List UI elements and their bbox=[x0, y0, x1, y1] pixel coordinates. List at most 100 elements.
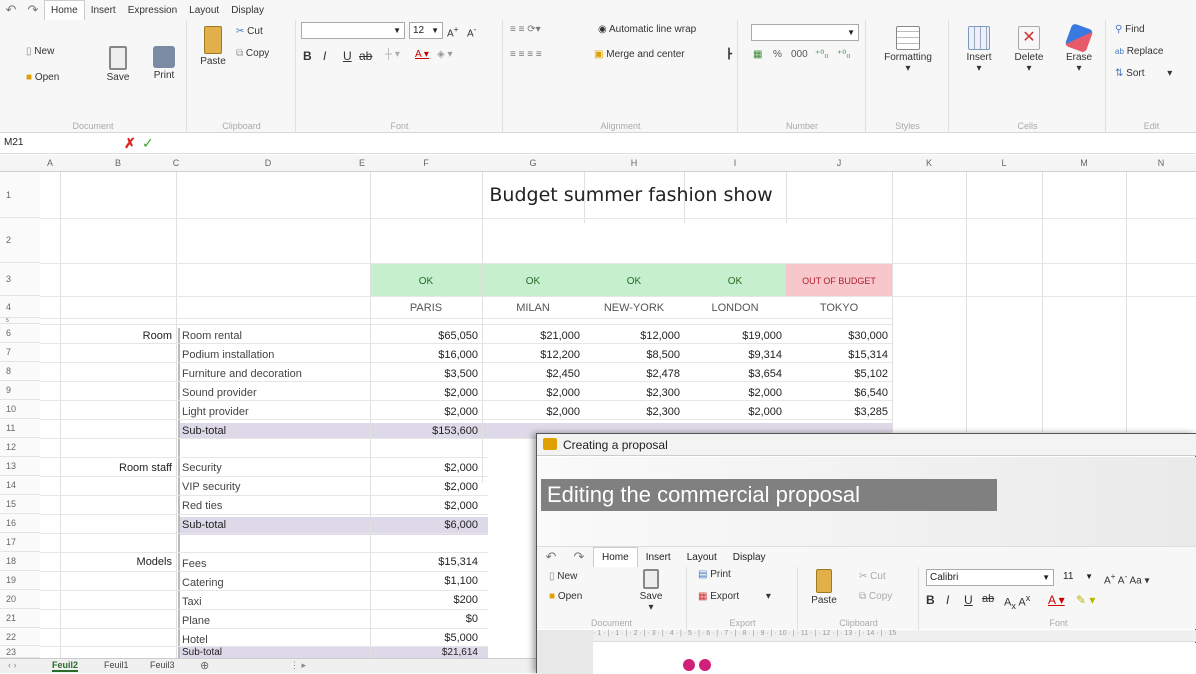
grow-font-button[interactable]: A+ bbox=[447, 24, 459, 39]
percent-icon[interactable]: % bbox=[773, 49, 782, 60]
expense-value[interactable]: $30,000 bbox=[786, 330, 888, 342]
city-newyork[interactable]: NEW-YORK bbox=[584, 302, 684, 314]
col-header-i[interactable]: I bbox=[684, 155, 786, 172]
expense-name[interactable]: Room rental bbox=[182, 330, 242, 342]
expense-value[interactable]: $65,050 bbox=[370, 330, 478, 342]
model-expense-name[interactable]: Catering bbox=[182, 577, 224, 589]
wrap-button[interactable]: ◉ Automatic line wrap bbox=[598, 24, 696, 35]
status-milan[interactable]: OK bbox=[482, 276, 584, 287]
dialog-tab-display[interactable]: Display bbox=[725, 552, 774, 563]
expense-value[interactable]: $2,450 bbox=[482, 368, 580, 380]
vertical-align-icon[interactable]: ≡ ≡ ⟳▾ bbox=[510, 24, 541, 35]
staff-value[interactable]: $2,000 bbox=[370, 481, 478, 493]
expense-value[interactable]: $19,000 bbox=[684, 330, 782, 342]
expense-value[interactable]: $2,300 bbox=[584, 387, 680, 399]
font-color-icon[interactable]: A ▾ bbox=[415, 49, 429, 60]
formatting-button[interactable]: Formatting ▾ bbox=[883, 26, 933, 74]
expense-value[interactable]: $2,000 bbox=[684, 406, 782, 418]
bold-button[interactable]: B bbox=[303, 49, 312, 63]
expense-name[interactable]: Light provider bbox=[182, 406, 249, 418]
dialog-copy-button[interactable]: ⧉ Copy bbox=[859, 591, 892, 602]
expense-name[interactable]: Sound provider bbox=[182, 387, 257, 399]
expense-value[interactable]: $2,000 bbox=[370, 406, 478, 418]
insert-cells-button[interactable]: Insert ▾ bbox=[964, 26, 994, 74]
expense-value[interactable]: $16,000 bbox=[370, 349, 478, 361]
dialog-paste-button[interactable]: Paste bbox=[809, 569, 839, 606]
shrink-font-button[interactable]: A- bbox=[467, 24, 476, 39]
sheet-tab[interactable]: Feuil1 bbox=[104, 660, 129, 670]
row-header[interactable]: 16 bbox=[0, 514, 40, 533]
save-button[interactable]: Save bbox=[104, 46, 132, 83]
row-header[interactable]: 22 bbox=[0, 628, 40, 646]
dialog-highlight-icon[interactable]: ✎ ▾ bbox=[1076, 593, 1095, 607]
dialog-sub-sup-icon[interactable]: Ax Ax bbox=[1004, 593, 1030, 611]
sheet-tab[interactable]: Feuil3 bbox=[150, 660, 175, 670]
confirm-icon[interactable]: ✓ bbox=[142, 135, 154, 152]
models-subtotal-label[interactable]: Sub-total bbox=[182, 647, 222, 658]
replace-button[interactable]: ab Replace bbox=[1115, 46, 1163, 57]
expense-name[interactable]: Podium installation bbox=[182, 349, 274, 361]
fill-color-icon[interactable]: ◈ ▾ bbox=[437, 49, 453, 60]
borders-icon[interactable]: ┼ ▾ bbox=[385, 49, 400, 60]
col-header-k[interactable]: K bbox=[892, 155, 966, 172]
expense-value[interactable]: $2,000 bbox=[482, 387, 580, 399]
expense-value[interactable]: $21,000 bbox=[482, 330, 580, 342]
dialog-save-button[interactable]: Save ▾ bbox=[631, 569, 671, 613]
row-header[interactable]: 13 bbox=[0, 457, 40, 476]
font-family-select[interactable]: ▼ bbox=[301, 22, 405, 39]
print-button[interactable]: Print bbox=[150, 46, 178, 81]
expense-value[interactable]: $12,000 bbox=[584, 330, 680, 342]
category-models[interactable]: Models bbox=[60, 556, 172, 568]
dialog-underline-button[interactable]: U bbox=[964, 593, 973, 607]
formula-input[interactable] bbox=[165, 136, 1195, 152]
thousands-button[interactable]: 000 bbox=[791, 49, 808, 60]
row-header[interactable]: 6 bbox=[0, 324, 40, 343]
cut-button[interactable]: ✂ Cut bbox=[236, 26, 263, 37]
expense-name[interactable]: Furniture and decoration bbox=[182, 368, 302, 380]
row-header[interactable]: 14 bbox=[0, 476, 40, 495]
sheet-tab-active[interactable]: Feuil2 bbox=[52, 660, 79, 672]
row-header[interactable]: 12 bbox=[0, 438, 40, 457]
col-header-n[interactable]: N bbox=[1126, 155, 1196, 172]
status-newyork[interactable]: OK bbox=[584, 276, 684, 287]
status-london[interactable]: OK bbox=[684, 276, 786, 287]
status-paris[interactable]: OK bbox=[370, 276, 482, 287]
sheet-title[interactable]: Budget summer fashion show bbox=[370, 184, 892, 206]
tab-scroll-icon[interactable]: ‹ › bbox=[8, 660, 17, 670]
row-header[interactable]: 7 bbox=[0, 343, 40, 362]
row-header[interactable]: 20 bbox=[0, 590, 40, 609]
dialog-size-select[interactable]: 11 ▼ bbox=[1060, 569, 1096, 586]
city-milan[interactable]: MILAN bbox=[482, 302, 584, 314]
copy-button[interactable]: ⧉ Copy bbox=[236, 48, 269, 59]
dialog-new-button[interactable]: ▯ New bbox=[549, 571, 577, 582]
tab-expression[interactable]: Expression bbox=[122, 5, 183, 16]
row-header[interactable]: 9 bbox=[0, 381, 40, 400]
horizontal-align-icon[interactable]: ≡ ≡ ≡ ≡ bbox=[510, 49, 542, 60]
row-header[interactable]: 18 bbox=[0, 552, 40, 571]
category-room[interactable]: Room bbox=[60, 330, 172, 342]
expense-value[interactable]: $9,314 bbox=[684, 349, 782, 361]
sort-button[interactable]: ⇅ Sort ▾ bbox=[1115, 68, 1172, 79]
dialog-strike-button[interactable]: ab bbox=[982, 593, 994, 605]
expense-value[interactable]: $15,314 bbox=[786, 349, 888, 361]
italic-button[interactable]: I bbox=[323, 49, 326, 63]
currency-icon[interactable]: ▦ bbox=[753, 49, 762, 60]
cancel-icon[interactable]: ✗ bbox=[124, 135, 136, 152]
expense-value[interactable]: $3,285 bbox=[786, 406, 888, 418]
expense-value[interactable]: $2,000 bbox=[684, 387, 782, 399]
delete-cells-button[interactable]: ✕ Delete ▾ bbox=[1014, 26, 1044, 74]
increase-decimal-icon[interactable]: ⁺⁰₀ bbox=[815, 49, 828, 60]
merge-button[interactable]: ▣ Merge and center bbox=[594, 49, 685, 60]
tab-home[interactable]: Home bbox=[44, 0, 85, 20]
cell-reference[interactable]: M21 bbox=[4, 137, 23, 148]
row-header[interactable]: 10 bbox=[0, 400, 40, 419]
col-header-l[interactable]: L bbox=[966, 155, 1042, 172]
room-subtotal-paris[interactable]: $153,600 bbox=[370, 425, 478, 437]
city-tokyo[interactable]: TOKYO bbox=[786, 302, 892, 314]
model-expense-value[interactable]: $15,314 bbox=[370, 556, 478, 568]
row-header[interactable]: 4 bbox=[0, 296, 40, 318]
model-expense-name[interactable]: Fees bbox=[182, 558, 206, 570]
dialog-tab-insert[interactable]: Insert bbox=[638, 552, 679, 563]
staff-value[interactable]: $2,000 bbox=[370, 500, 478, 512]
open-button[interactable]: ■ Open bbox=[26, 72, 59, 83]
